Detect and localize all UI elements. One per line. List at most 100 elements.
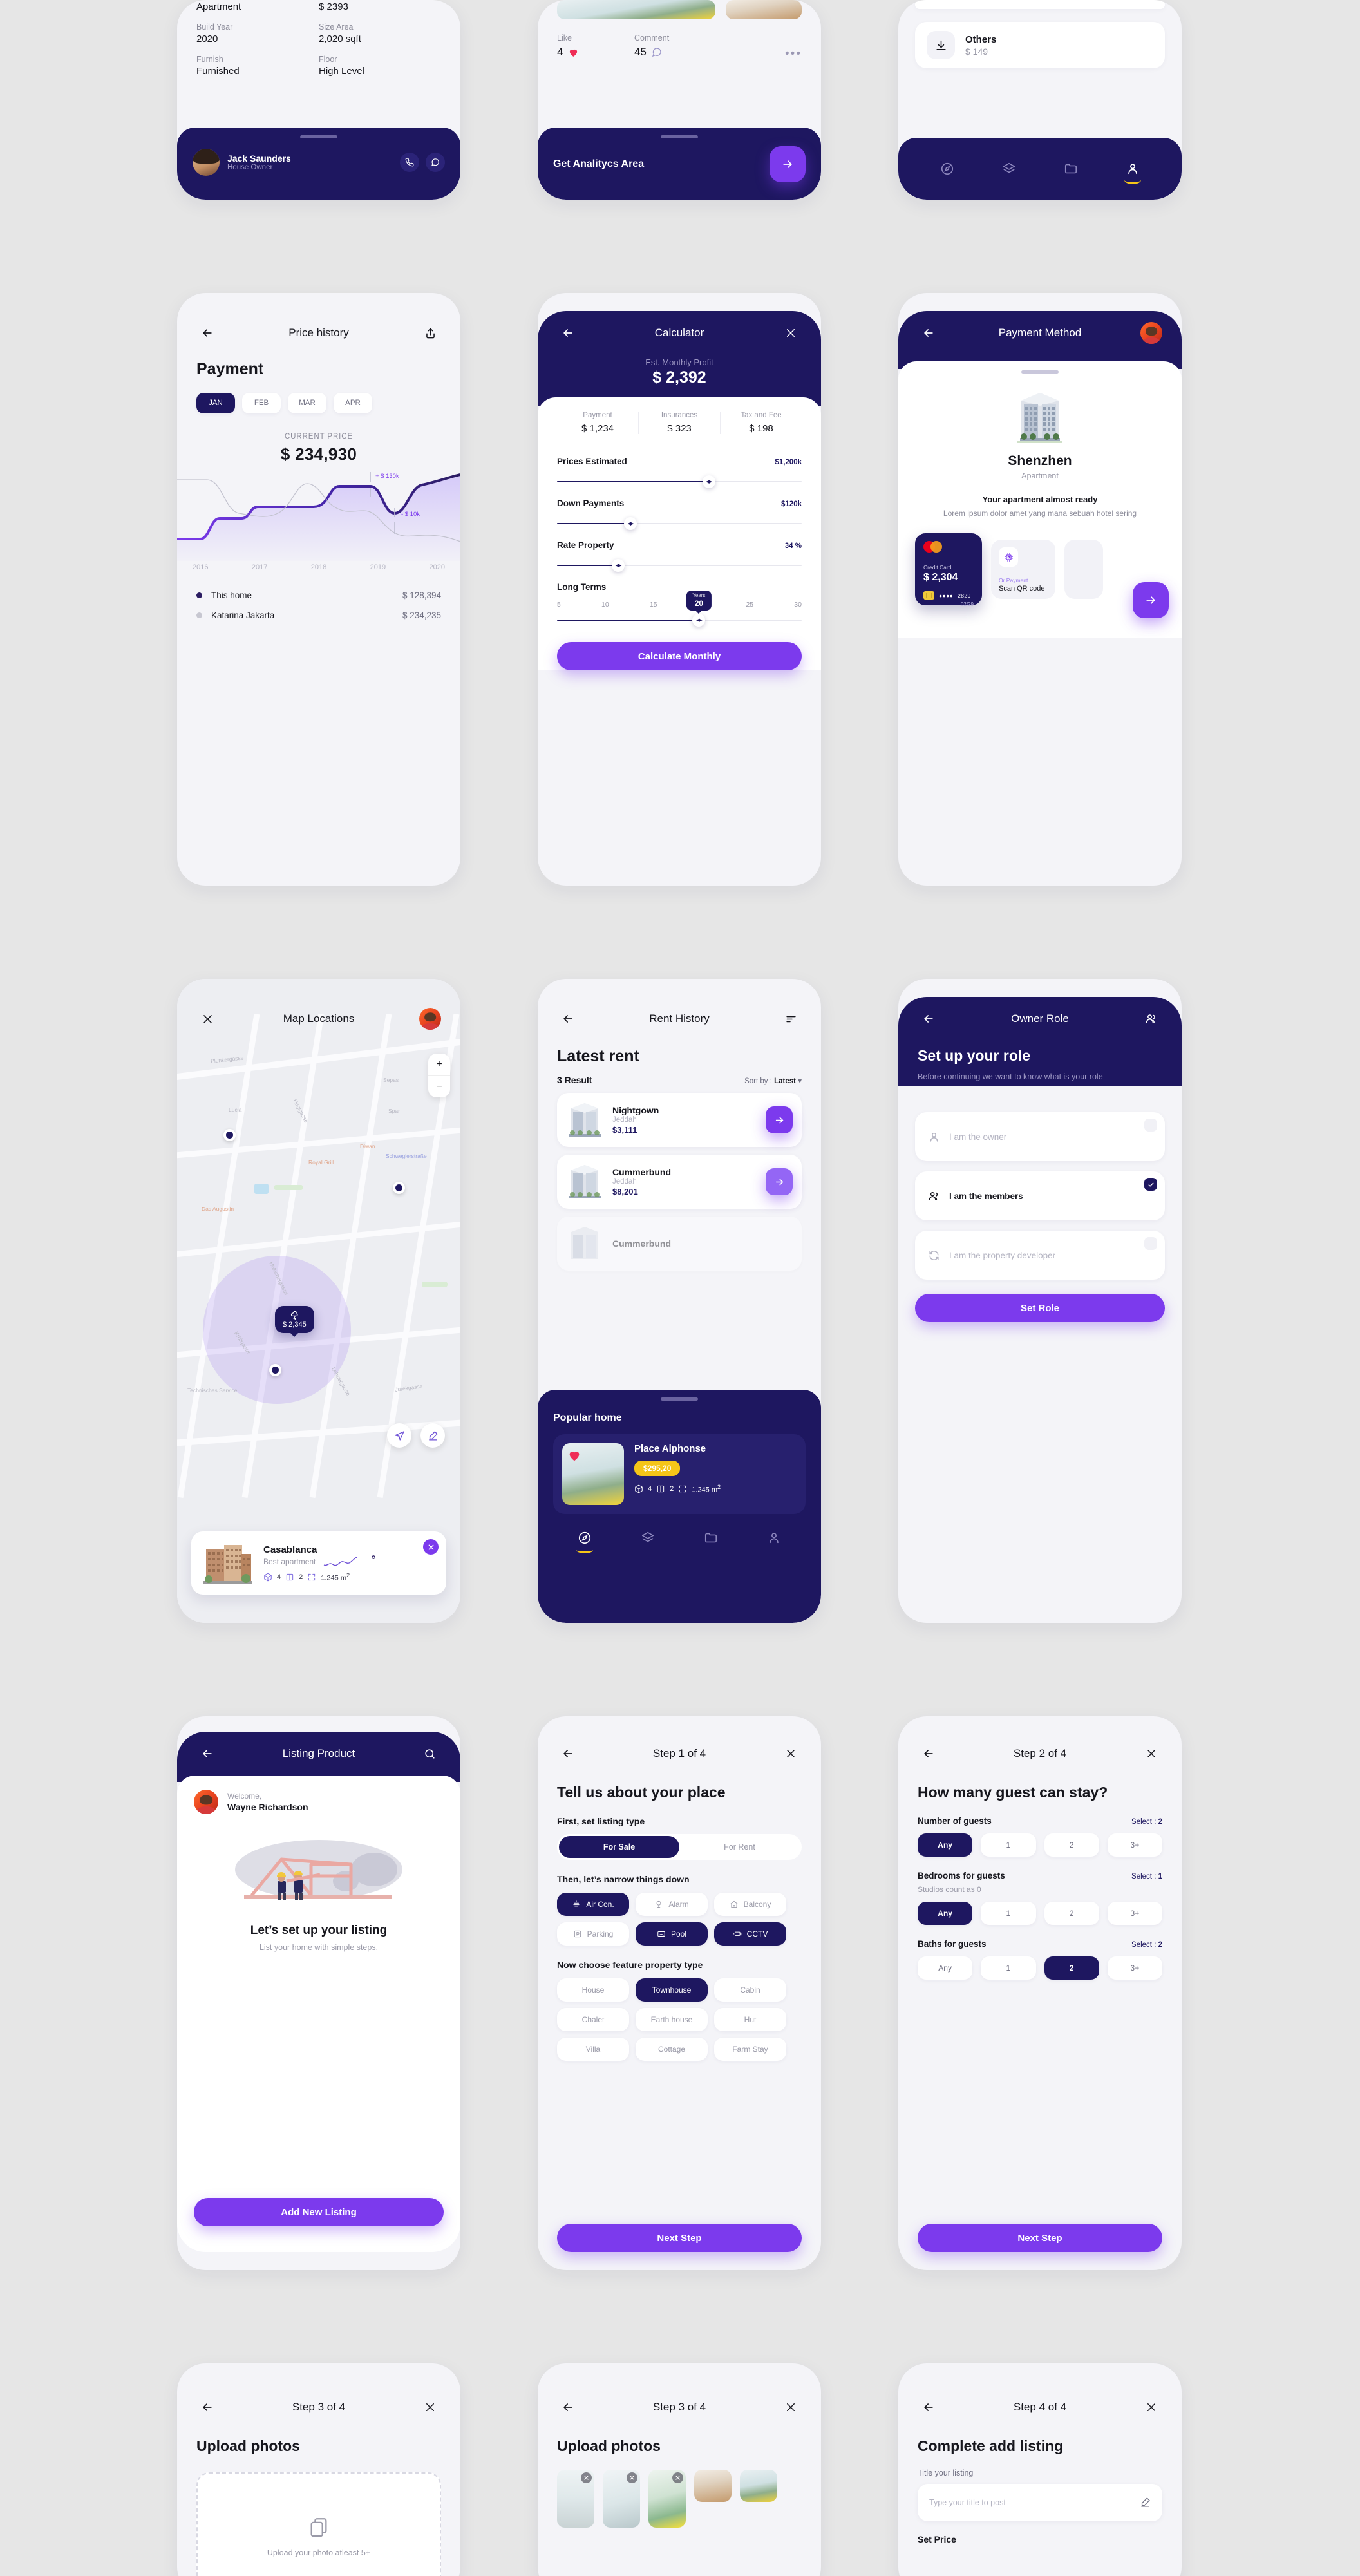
list-item-others[interactable]: Others $ 149 — [915, 22, 1165, 68]
close-icon[interactable] — [627, 2472, 638, 2483]
tab-layers[interactable] — [1002, 162, 1016, 176]
sort-icon[interactable] — [780, 1008, 802, 1030]
photo-dropzone[interactable]: Upload your photo atleast 5+ — [196, 2472, 441, 2576]
type-earth-house[interactable]: Earth house — [636, 2007, 708, 2031]
people-icon[interactable] — [1140, 1008, 1162, 1030]
close-icon[interactable] — [423, 1539, 439, 1555]
set-role-button[interactable]: Set Role — [915, 1294, 1165, 1323]
tab-profile[interactable] — [1126, 162, 1140, 176]
arrow-right-icon[interactable] — [766, 1106, 793, 1133]
heart-icon[interactable] — [568, 47, 579, 58]
arrow-left-icon[interactable] — [196, 322, 218, 344]
sheet-grabber[interactable] — [1021, 370, 1059, 374]
type-house[interactable]: House — [557, 1978, 629, 2002]
navigate-icon[interactable] — [387, 1423, 411, 1448]
chip-pool[interactable]: Pool — [636, 1922, 708, 1946]
credit-card[interactable]: Credit Card $ 2,304 ●●●● 2829 02/29 — [915, 533, 982, 607]
zoom-in-button[interactable]: + — [428, 1054, 450, 1075]
role-option-members[interactable]: I am the members — [915, 1171, 1165, 1221]
tab-folder[interactable] — [704, 1531, 718, 1545]
chat-icon[interactable] — [426, 153, 445, 172]
arrow-left-icon[interactable] — [196, 2396, 218, 2418]
pencil-icon[interactable] — [1140, 2497, 1151, 2508]
slider-long-terms[interactable]: ◀▶ — [557, 614, 802, 627]
type-chalet[interactable]: Chalet — [557, 2007, 629, 2031]
list-item-partial[interactable] — [915, 0, 1165, 9]
uploaded-photo[interactable] — [694, 2469, 732, 2502]
arrow-right-icon[interactable] — [770, 146, 806, 182]
map-pin[interactable] — [269, 1364, 281, 1376]
uploaded-photo[interactable] — [603, 2469, 640, 2528]
next-step-button[interactable]: Next Step — [557, 2224, 802, 2252]
arrow-left-icon[interactable] — [918, 322, 940, 344]
option-any[interactable]: Any — [918, 1956, 973, 1980]
arrow-left-icon[interactable] — [918, 2396, 940, 2418]
arrow-left-icon[interactable] — [557, 1008, 579, 1030]
type-cabin[interactable]: Cabin — [714, 1978, 786, 2002]
type-hut[interactable]: Hut — [714, 2007, 786, 2031]
arrow-left-icon[interactable] — [557, 1743, 579, 1765]
option-2[interactable]: 2 — [1044, 1901, 1099, 1925]
list-item[interactable]: Nightgown Jeddah $3,111 — [557, 1093, 802, 1147]
option-any[interactable]: Any — [918, 1901, 973, 1925]
arrow-left-icon[interactable] — [196, 1743, 218, 1765]
map-canvas[interactable]: Plunkergasse Huglgasse Holochergasse Krö… — [177, 979, 460, 1623]
edit-icon[interactable] — [420, 1423, 445, 1448]
comment-icon[interactable] — [652, 47, 662, 57]
option-1[interactable]: 1 — [981, 1833, 1036, 1857]
title-input[interactable] — [929, 2497, 1133, 2507]
arrow-left-icon[interactable] — [557, 322, 579, 344]
list-item[interactable]: Cummerbund — [557, 1217, 802, 1271]
option-1[interactable]: 1 — [981, 1956, 1036, 1980]
chip-cctv[interactable]: CCTV — [714, 1922, 786, 1946]
avatar[interactable] — [419, 1008, 441, 1030]
arrow-right-icon[interactable] — [1133, 582, 1169, 619]
month-jan[interactable]: JAN — [196, 393, 235, 413]
slider-prices-estimated[interactable]: ◀▶ — [557, 475, 802, 488]
option-2[interactable]: 2 — [1044, 1833, 1099, 1857]
qr-payment-card[interactable]: Or Payment Scan QR code — [991, 540, 1055, 600]
more-dots-icon[interactable]: ••• — [785, 33, 802, 60]
price-pin[interactable]: $ 2,345 — [275, 1306, 314, 1333]
property-photo[interactable] — [557, 0, 715, 19]
slider-knob[interactable]: ◀▶ — [624, 517, 637, 530]
tab-compass[interactable] — [940, 162, 954, 176]
checkbox-checked[interactable] — [1144, 1178, 1157, 1191]
slider-knob[interactable]: ◀▶ — [692, 614, 706, 627]
type-villa[interactable]: Villa — [557, 2037, 629, 2061]
tab-compass[interactable] — [576, 1531, 593, 1553]
close-icon[interactable] — [419, 2396, 441, 2418]
uploaded-photo[interactable] — [648, 2469, 686, 2528]
arrow-left-icon[interactable] — [918, 1743, 940, 1765]
payment-option-placeholder[interactable] — [1064, 540, 1103, 600]
arrow-right-icon[interactable] — [766, 1168, 793, 1195]
close-icon[interactable] — [780, 2396, 802, 2418]
slider-knob[interactable]: ◀▶ — [612, 559, 625, 572]
role-option-developer[interactable]: I am the property developer — [915, 1231, 1165, 1280]
close-icon[interactable] — [672, 2472, 683, 2483]
close-icon[interactable] — [196, 1008, 218, 1030]
chip-air-con[interactable]: Air Con. — [557, 1892, 629, 1916]
checkbox[interactable] — [1144, 1237, 1157, 1251]
month-apr[interactable]: APR — [334, 393, 372, 413]
list-item[interactable]: Cummerbund Jeddah $8,201 — [557, 1155, 802, 1209]
map-pin[interactable] — [223, 1129, 236, 1141]
option-3plus[interactable]: 3+ — [1107, 1956, 1162, 1980]
uploaded-photo[interactable] — [740, 2469, 777, 2502]
type-townhouse[interactable]: Townhouse — [636, 1978, 708, 2002]
option-3plus[interactable]: 3+ — [1107, 1901, 1162, 1925]
segment-for-rent[interactable]: For Rent — [679, 1836, 800, 1858]
uploaded-photo[interactable] — [557, 2469, 594, 2528]
tab-layers[interactable] — [641, 1531, 655, 1545]
search-icon[interactable] — [419, 1743, 441, 1765]
checkbox[interactable] — [1144, 1119, 1157, 1132]
close-icon[interactable] — [780, 1743, 802, 1765]
slider-rate-property[interactable]: ◀▶ — [557, 559, 802, 572]
chip-parking[interactable]: Parking — [557, 1922, 629, 1946]
segment-for-sale[interactable]: For Sale — [559, 1835, 679, 1858]
chip-balcony[interactable]: Balcony — [714, 1892, 786, 1916]
zoom-out-button[interactable]: − — [428, 1075, 450, 1097]
sheet-grabber[interactable] — [300, 135, 337, 138]
option-3plus[interactable]: 3+ — [1107, 1833, 1162, 1857]
close-icon[interactable] — [1140, 1743, 1162, 1765]
